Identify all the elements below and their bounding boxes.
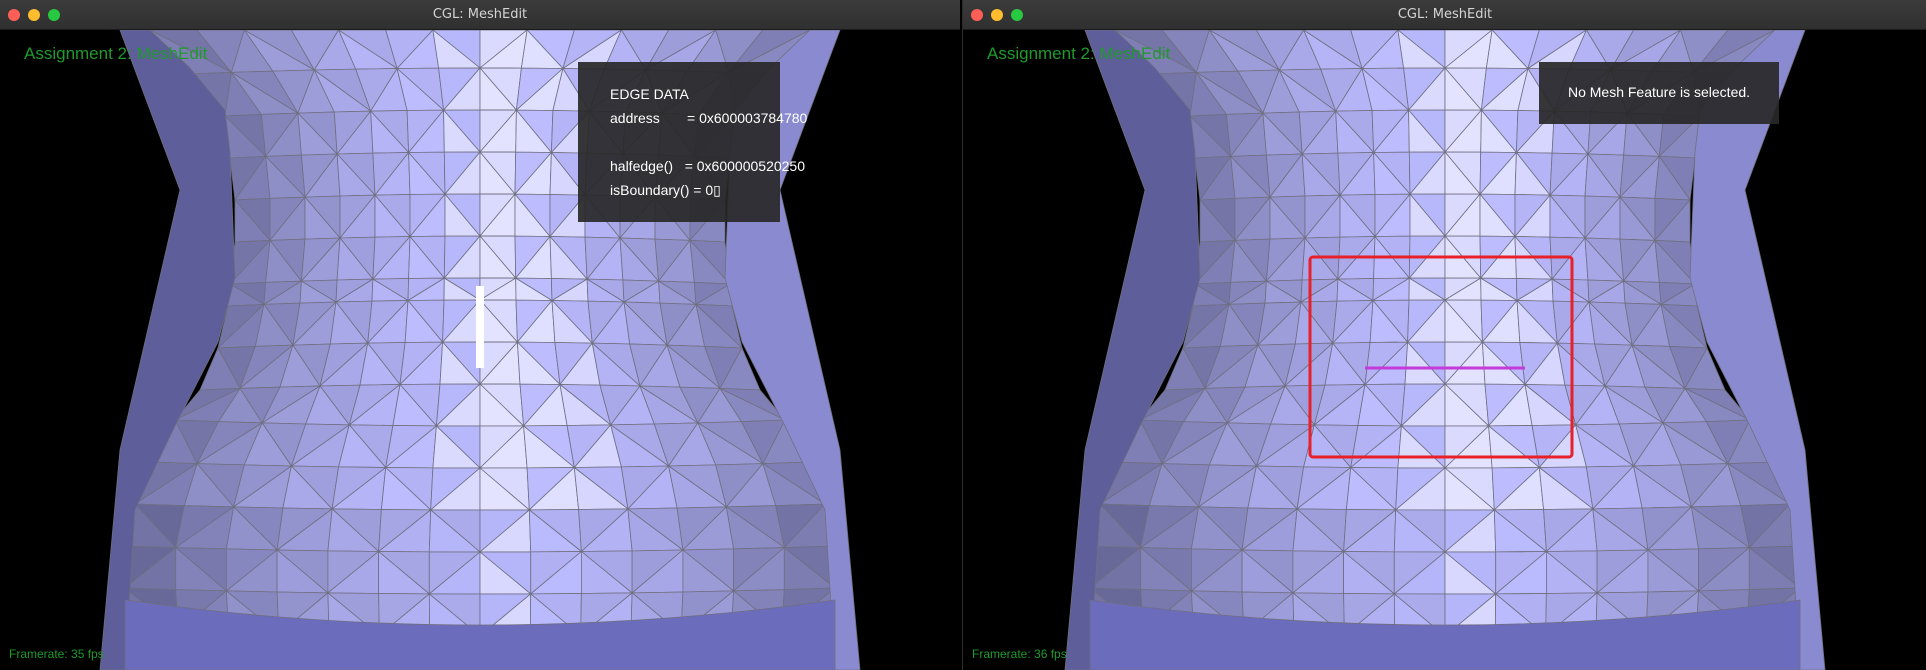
- framerate-label: Framerate: 35 fps: [9, 647, 104, 661]
- mesh-canvas[interactable]: [963, 30, 1926, 670]
- maximize-window-icon[interactable]: [1011, 9, 1023, 21]
- minimize-window-icon[interactable]: [28, 9, 40, 21]
- selected-edge[interactable]: [476, 286, 484, 368]
- title-bar[interactable]: CGL: MeshEdit: [963, 0, 1926, 30]
- framerate-label: Framerate: 36 fps: [972, 647, 1067, 661]
- assignment-heading: Assignment 2: MeshEdit: [24, 44, 208, 63]
- edge-halfedge: halfedge() = 0x600000520250: [610, 158, 805, 174]
- edge-isboundary: isBoundary() = 0▯: [610, 182, 721, 198]
- meshedit-window-left: CGL: MeshEdit Assignment 2: MeshEdit EDG…: [0, 0, 960, 670]
- selection-info-panel: No Mesh Feature is selected.: [1539, 62, 1779, 124]
- assignment-heading: Assignment 2: MeshEdit: [987, 44, 1171, 63]
- window-title: CGL: MeshEdit: [1397, 7, 1493, 22]
- mesh-triangles: [1088, 30, 1802, 670]
- mesh-viewport[interactable]: Assignment 2: MeshEdit No Mesh Feature i…: [963, 30, 1926, 670]
- minimize-window-icon[interactable]: [991, 9, 1003, 21]
- meshedit-window-right: CGL: MeshEdit Assignment 2: MeshEdit No …: [962, 0, 1926, 670]
- close-window-icon[interactable]: [8, 9, 20, 21]
- edge-data-panel: EDGE DATA address = 0x600003784780 halfe…: [578, 62, 807, 222]
- mesh-viewport[interactable]: Assignment 2: MeshEdit EDGE DATA address…: [0, 30, 960, 670]
- maximize-window-icon[interactable]: [48, 9, 60, 21]
- no-selection-message: No Mesh Feature is selected.: [1567, 84, 1751, 100]
- panel-title: EDGE DATA: [610, 86, 689, 102]
- title-bar[interactable]: CGL: MeshEdit: [0, 0, 960, 30]
- mesh-canvas[interactable]: [0, 30, 960, 670]
- window-title: CGL: MeshEdit: [432, 7, 528, 22]
- edge-address: address = 0x600003784780: [610, 110, 808, 126]
- close-window-icon[interactable]: [971, 9, 983, 21]
